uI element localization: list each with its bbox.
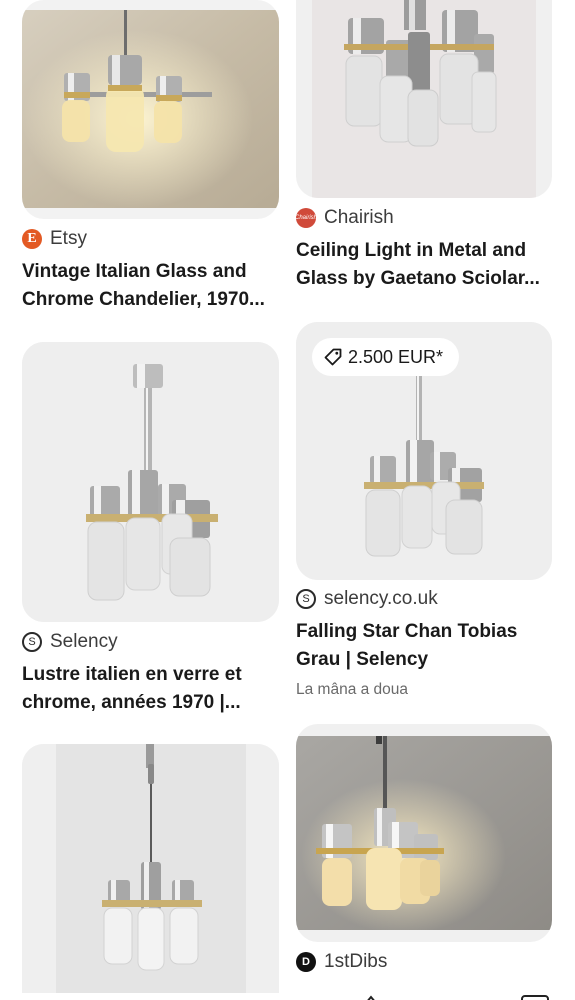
- title-line-2: Glass by Gaetano Sciolar...: [296, 268, 540, 289]
- pin-source-etsy[interactable]: E Etsy: [22, 228, 87, 250]
- title-line-2: Grau | Selency: [296, 649, 429, 670]
- selency-favicon-icon: S: [296, 589, 316, 609]
- title-line-2: Chrome Chandelier, 1970...: [22, 289, 265, 310]
- pin-source-selency[interactable]: S Selency: [22, 631, 118, 653]
- title-line-2: chrome, années 1970 |...: [22, 692, 241, 713]
- pin-image-etsy[interactable]: [22, 0, 279, 219]
- etsy-favicon-icon: E: [22, 229, 42, 249]
- pin-feed: E Etsy Vintage Italian Glass and Chrome …: [0, 0, 575, 1000]
- source-name: Etsy: [50, 228, 87, 249]
- selency-favicon-icon: S: [22, 632, 42, 652]
- pin-source-chairish[interactable]: Chairish Chairish: [295, 207, 394, 229]
- pin-subtitle: La mâna a doua: [296, 681, 409, 698]
- source-name: Chairish: [324, 207, 394, 228]
- pin-title-selency[interactable]: Lustre italien en verre et chrome, année…: [22, 661, 284, 717]
- price-tag-icon: [324, 348, 342, 366]
- pin-title-chairish[interactable]: Ceiling Light in Metal and Glass by Gaet…: [296, 237, 558, 293]
- price-badge: 2.500 EUR*: [312, 338, 460, 376]
- source-name: 1stDibs: [324, 951, 388, 972]
- 1stdibs-favicon-icon: D: [296, 952, 316, 972]
- pin-source-1stdibs[interactable]: D 1stDibs: [296, 951, 387, 973]
- source-name: selency.co.uk: [324, 588, 438, 609]
- pin-source-selency-uk[interactable]: S selency.co.uk: [296, 588, 438, 610]
- pin-title-selency-uk[interactable]: Falling Star Chan Tobias Grau | Selency: [296, 618, 558, 674]
- pin-image-chairish[interactable]: [296, 0, 552, 198]
- title-line-1: Ceiling Light in Metal and: [296, 240, 527, 261]
- pin-title-etsy[interactable]: Vintage Italian Glass and Chrome Chandel…: [22, 258, 284, 314]
- bottom-nav-edge: [0, 990, 575, 1000]
- price-text: 2.500 EUR*: [348, 346, 444, 367]
- pin-image-selency[interactable]: [22, 342, 279, 622]
- title-line-1: Lustre italien en verre et: [22, 664, 242, 685]
- chairish-favicon-icon: Chairish: [295, 208, 317, 228]
- pin-image-1stdibs[interactable]: [296, 724, 552, 942]
- pin-image-chandelier[interactable]: [22, 744, 279, 1000]
- title-line-1: Falling Star Chan Tobias: [296, 621, 518, 642]
- title-line-1: Vintage Italian Glass and: [22, 261, 247, 282]
- source-name: Selency: [50, 631, 118, 652]
